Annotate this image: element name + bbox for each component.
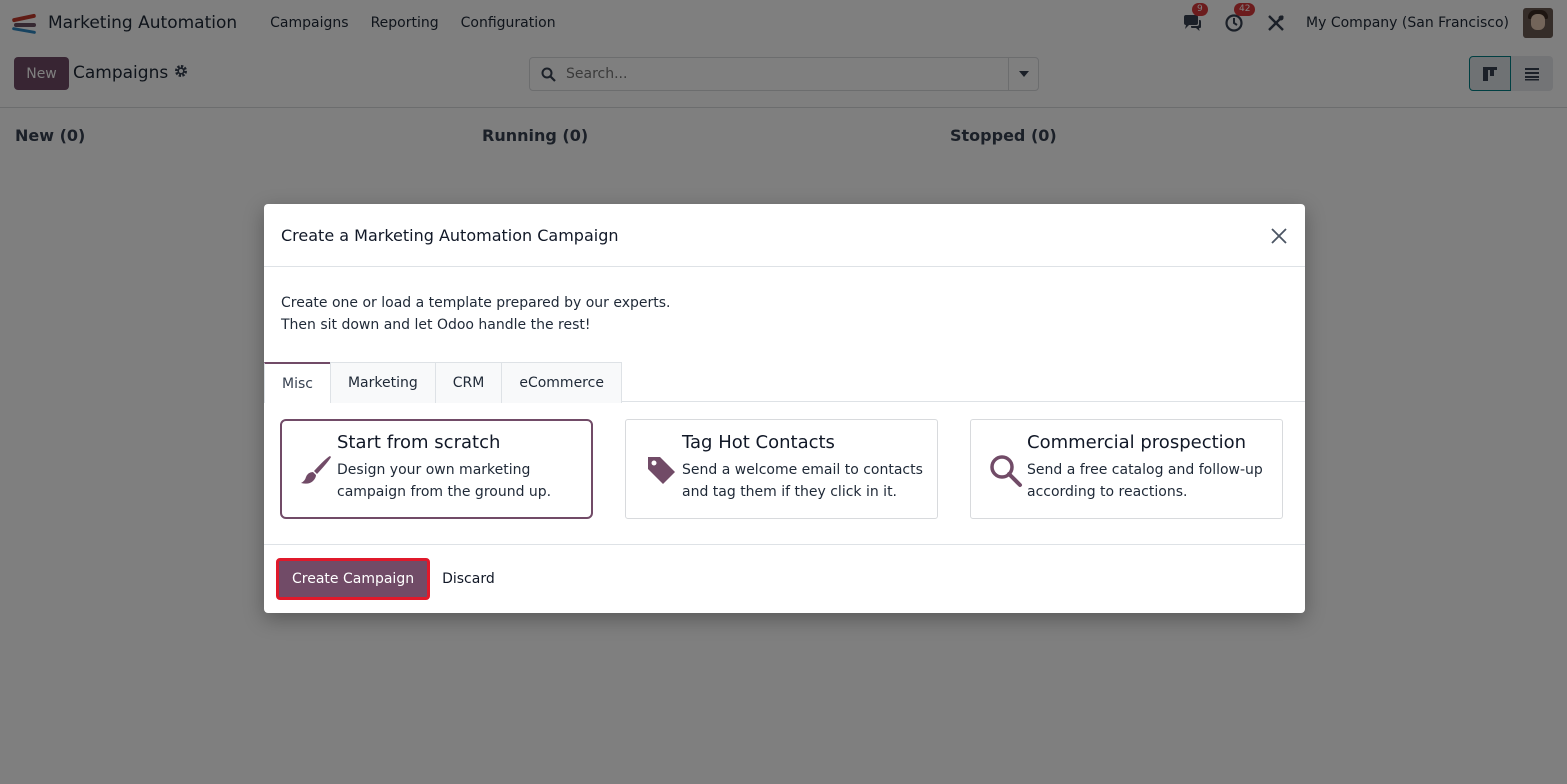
- template-cards: Start from scratch Design your own marke…: [280, 419, 1288, 519]
- template-card-tag-hot-contacts[interactable]: Tag Hot Contacts Send a welcome email to…: [625, 419, 938, 519]
- tab-ecommerce[interactable]: eCommerce: [501, 362, 622, 403]
- intro-line-1: Create one or load a template prepared b…: [281, 295, 671, 311]
- template-desc-line-2: according to reactions.: [1027, 484, 1188, 500]
- tag-icon: [640, 432, 682, 518]
- template-tabs: Misc Marketing CRM eCommerce: [264, 362, 1305, 403]
- dialog-footer: Create Campaign Discard: [264, 544, 1305, 613]
- create-campaign-dialog: Create a Marketing Automation Campaign C…: [264, 204, 1305, 613]
- dialog-title: Create a Marketing Automation Campaign: [281, 225, 619, 245]
- tab-crm[interactable]: CRM: [434, 362, 503, 403]
- template-title: Start from scratch: [337, 432, 501, 453]
- template-desc-line-1: Send a free catalog and follow-up: [1027, 462, 1263, 478]
- tab-marketing[interactable]: Marketing: [329, 362, 436, 403]
- intro-line-2: Then sit down and let Odoo handle the re…: [281, 317, 591, 333]
- close-icon[interactable]: [1267, 224, 1291, 248]
- dialog-header: Create a Marketing Automation Campaign: [264, 204, 1305, 267]
- discard-button[interactable]: Discard: [442, 571, 495, 587]
- search-icon: [985, 432, 1027, 518]
- template-title: Tag Hot Contacts: [682, 432, 835, 453]
- template-desc-line-1: Design your own marketing: [337, 462, 531, 478]
- tab-misc[interactable]: Misc: [264, 362, 331, 403]
- create-campaign-button[interactable]: Create Campaign: [275, 558, 431, 600]
- paintbrush-icon: [295, 432, 337, 517]
- template-desc-line-2: and tag them if they click in it.: [682, 484, 898, 500]
- dialog-intro: Create one or load a template prepared b…: [281, 292, 671, 336]
- template-card-commercial-prospection[interactable]: Commercial prospection Send a free catal…: [970, 419, 1283, 519]
- template-title: Commercial prospection: [1027, 432, 1247, 453]
- template-desc-line-1: Send a welcome email to contacts: [682, 462, 923, 478]
- template-desc-line-2: campaign from the ground up.: [337, 484, 552, 500]
- template-card-start-from-scratch[interactable]: Start from scratch Design your own marke…: [280, 419, 593, 519]
